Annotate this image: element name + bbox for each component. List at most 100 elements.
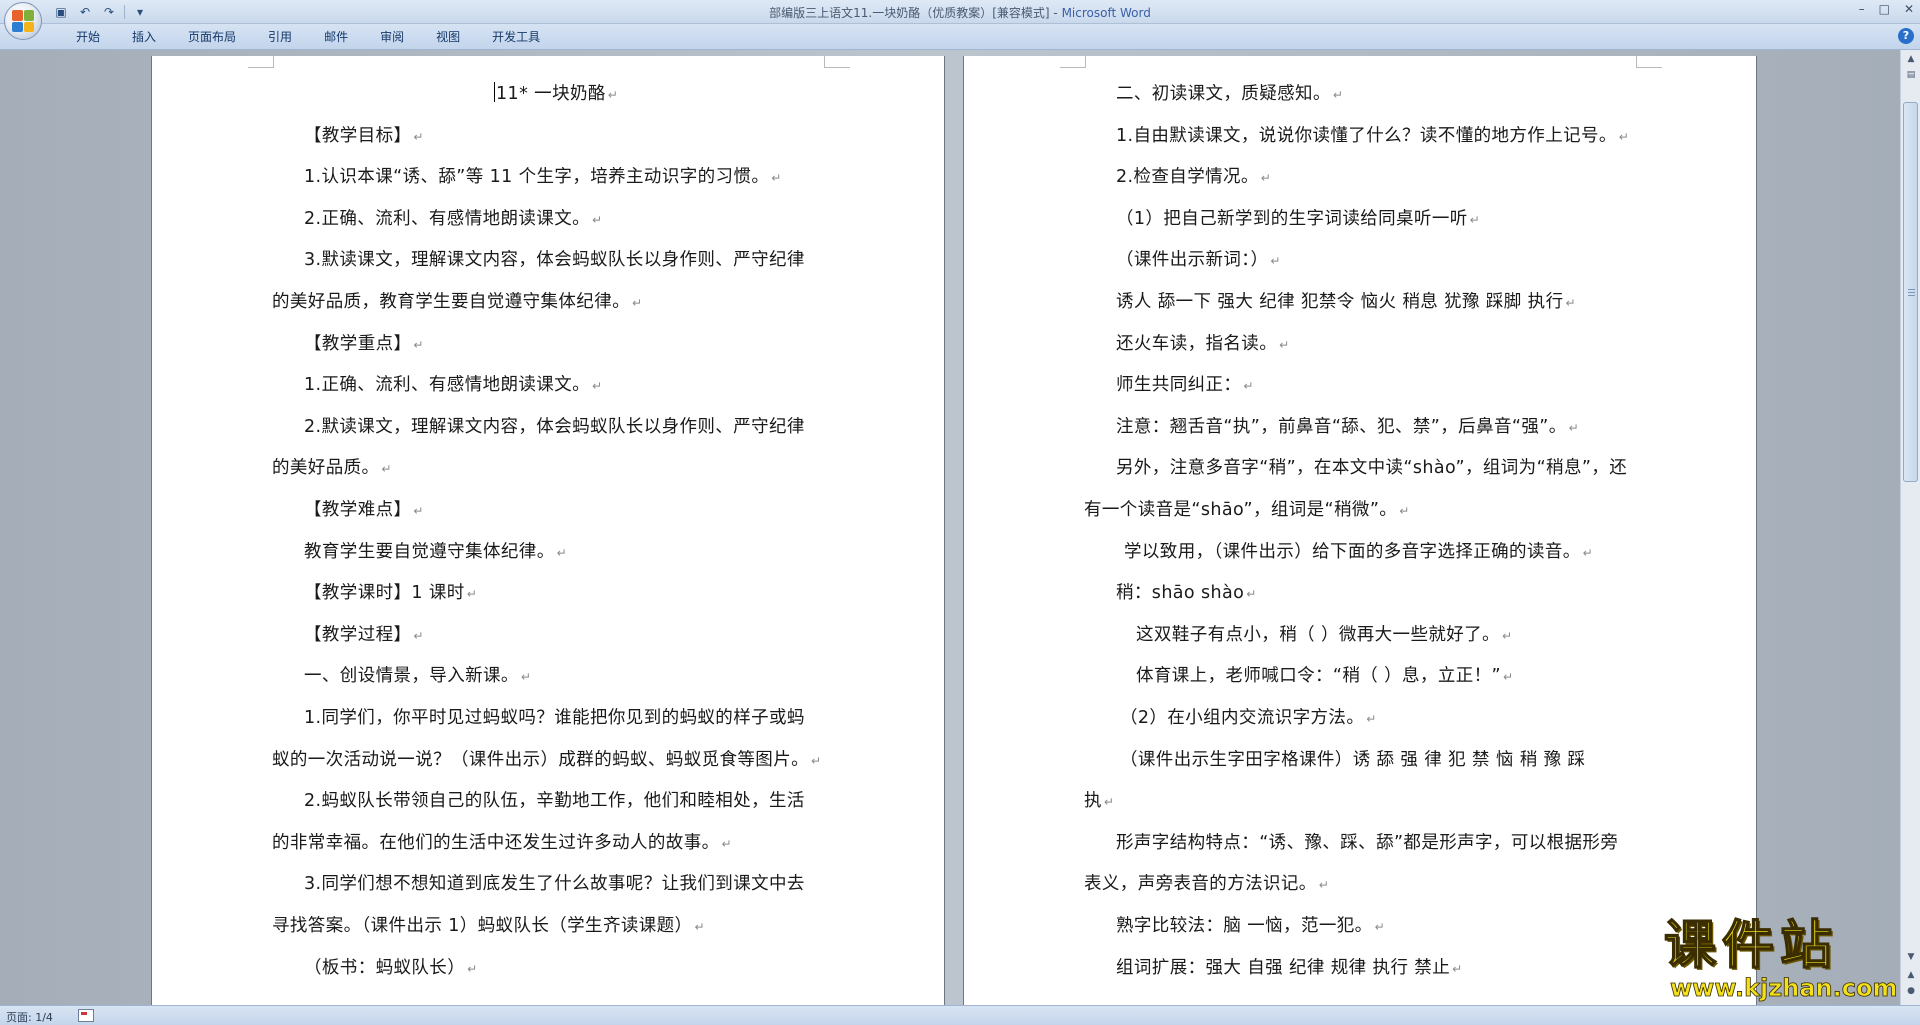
scroll-down-icon[interactable]: ▼ — [1904, 950, 1918, 964]
browse-object-icon[interactable]: ● — [1904, 984, 1918, 998]
document-line[interactable]: 的非常幸福。在他们的生活中还发生过许多动人的故事。 ↵ — [272, 829, 732, 854]
document-line[interactable]: 一、创设情景，导入新课。 ↵ — [304, 662, 531, 687]
document-line[interactable]: （课件出示新词：） ↵ — [1116, 246, 1281, 271]
document-line[interactable]: 1.认识本课“诱、舔”等 11 个生字，培养主动识字的习惯。 ↵ — [304, 163, 782, 188]
paragraph-mark-icon: ↵ — [1469, 212, 1481, 227]
document-line[interactable]: 执 ↵ — [1084, 787, 1114, 812]
document-line[interactable]: 有一个读音是“shāo”，组词是“稍微”。 ↵ — [1084, 496, 1410, 521]
help-icon[interactable]: ? — [1898, 28, 1914, 44]
line-text: 这双鞋子有点小，稍（ ）微再大一些就好了。 — [1136, 624, 1500, 645]
document-line[interactable]: 1.正确、流利、有感情地朗读课文。 ↵ — [304, 371, 602, 396]
document-line[interactable]: 二、初读课文，质疑感知。 ↵ — [1116, 80, 1343, 105]
page-count[interactable]: 页面: 1/4 — [6, 1009, 53, 1025]
line-text: 有一个读音是“shāo”，组词是“稍微”。 — [1084, 500, 1398, 520]
document-line[interactable]: 还火车读，指名读。 ↵ — [1116, 330, 1290, 355]
document-line[interactable]: 2.蚂蚁队长带领自己的队伍，辛勤地工作，他们和睦相处，生活 — [304, 787, 807, 812]
tab-home[interactable]: 开始 — [60, 29, 116, 45]
previous-page-icon[interactable]: ▲ — [1904, 968, 1918, 982]
line-text: 表义，声旁表音的方法识记。 — [1084, 874, 1317, 895]
document-line[interactable]: 诱人 舔一下 强大 纪律 犯禁令 恼火 稍息 犹豫 踩脚 执行 ↵ — [1116, 288, 1576, 313]
close-button[interactable]: ✕ — [1904, 2, 1914, 16]
line-text: 诱人 舔一下 强大 纪律 犯禁令 恼火 稍息 犹豫 踩脚 执行 — [1116, 292, 1564, 312]
document-line[interactable]: （2）在小组内交流识字方法。 ↵ — [1120, 704, 1377, 729]
office-button[interactable] — [4, 2, 42, 40]
minimize-button[interactable]: – — [1859, 2, 1865, 16]
paragraph-mark-icon: ↵ — [592, 379, 603, 394]
tab-review[interactable]: 审阅 — [364, 29, 420, 45]
document-line[interactable]: 【教学难点】 ↵ — [304, 496, 424, 521]
document-line[interactable]: 另外，注意多音字“稍”，在本文中读“shào”，组词为“稍息”，还 — [1116, 454, 1629, 479]
line-text: 的非常幸福。在他们的生活中还发生过许多动人的故事。 — [272, 832, 720, 853]
document-line[interactable]: 【教学课时】1 课时 ↵ — [304, 579, 477, 604]
ribbon-tabs: 开始 插入 页面布局 引用 邮件 审阅 视图 开发工具 — [60, 29, 556, 45]
document-line[interactable]: 熟字比较法：脑 一恼，范一犯。 ↵ — [1116, 912, 1385, 937]
line-text: 2.正确、流利、有感情地朗读课文。 — [304, 208, 590, 229]
line-text: 熟字比较法：脑 一恼，范一犯。 — [1116, 916, 1373, 936]
line-text: 【教学重点】 — [304, 333, 412, 354]
paragraph-mark-icon: ↵ — [413, 129, 424, 144]
document-line[interactable]: 形声字结构特点：“诱、豫、踩、舔”都是形声字，可以根据形旁 — [1116, 829, 1620, 854]
paragraph-mark-icon: ↵ — [1332, 88, 1344, 102]
tab-page-layout[interactable]: 页面布局 — [172, 29, 252, 45]
paragraph-mark-icon: ↵ — [1565, 296, 1576, 310]
document-line[interactable]: 3.默读课文，理解课文内容，体会蚂蚁队长以身作则、严守纪律 — [304, 246, 807, 271]
tab-mailings[interactable]: 邮件 — [308, 29, 364, 45]
document-line[interactable]: 体育课上，老师喊口令：“稍（ ）息，立正！” ↵ — [1136, 662, 1513, 687]
line-text: 3.同学们想不想知道到底发生了什么故事呢？让我们到课文中去 — [304, 874, 805, 895]
scrollbar-thumb[interactable] — [1903, 102, 1918, 482]
tab-developer[interactable]: 开发工具 — [476, 29, 556, 45]
document-line[interactable]: 稍：shāo shào ↵ — [1116, 579, 1257, 604]
document-line[interactable]: 蚁的一次活动说一说？（课件出示）成群的蚂蚁、蚂蚁觅食等图片。 ↵ — [272, 746, 821, 771]
document-line[interactable]: 【教学重点】 ↵ — [304, 330, 424, 355]
line-text: 的美好品质。 — [272, 458, 380, 479]
line-text: 2.检查自学情况。 — [1116, 167, 1259, 188]
document-line[interactable]: 3.同学们想不想知道到底发生了什么故事呢？让我们到课文中去 — [304, 870, 807, 895]
document-line[interactable]: 这双鞋子有点小，稍（ ）微再大一些就好了。 ↵ — [1136, 621, 1512, 646]
document-line[interactable]: 【教学过程】 ↵ — [304, 621, 424, 646]
line-text: 2.默读课文，理解课文内容，体会蚂蚁队长以身作则、严守纪律 — [304, 416, 805, 437]
paragraph-mark-icon: ↵ — [1374, 920, 1386, 934]
document-line[interactable]: 11* 一块奶酪 ↵ — [494, 80, 618, 105]
document-page-right[interactable]: 二、初读课文，质疑感知。 ↵ 1.自由默读课文，说说你读懂了什么？读不懂的地方作上记… — [964, 56, 1756, 1005]
document-line[interactable]: 的美好品质。 ↵ — [272, 454, 392, 479]
text-cursor — [494, 82, 495, 102]
document-line[interactable]: 1.同学们，你平时见过蚂蚁吗？谁能把你见到的蚂蚁的样子或蚂 — [304, 704, 807, 729]
document-line[interactable]: 师生共同纠正： ↵ — [1116, 371, 1254, 396]
line-text: （课件出示生字田字格课件）诱 舔 强 律 犯 禁 恼 稍 豫 踩 — [1120, 749, 1586, 770]
tab-view[interactable]: 视图 — [420, 29, 476, 45]
ruler-toggle-icon[interactable]: ▤ — [1904, 68, 1918, 82]
document-line[interactable]: 2.正确、流利、有感情地朗读课文。 ↵ — [304, 205, 602, 230]
watermark-url: www.kjzhan.com — [1670, 974, 1898, 1003]
document-line[interactable]: 1.自由默读课文，说说你读懂了什么？读不懂的地方作上记号。 ↵ — [1116, 122, 1629, 147]
document-line[interactable]: 2.默读课文，理解课文内容，体会蚂蚁队长以身作则、严守纪律 — [304, 413, 807, 438]
document-line[interactable]: 注意：翘舌音“执”，前鼻音“舔、犯、禁”，后鼻音“强”。 ↵ — [1116, 413, 1579, 438]
line-text: （板书：蚂蚁队长） — [304, 957, 466, 978]
app-name: Microsoft Word — [1061, 6, 1151, 20]
vertical-scrollbar[interactable]: ▲ ▤ ▼ ▲ ● — [1900, 50, 1920, 1005]
maximize-button[interactable]: □ — [1879, 2, 1890, 16]
paragraph-mark-icon: ↵ — [721, 836, 732, 851]
margin-corner-mark — [1060, 56, 1086, 68]
document-title: 部编版三上语文11.一块奶酪（优质教案）[兼容模式] - — [769, 6, 1062, 20]
line-text: 【教学目标】 — [304, 125, 412, 146]
document-line[interactable]: （1）把自己新学到的生字词读给同桌听一听 ↵ — [1116, 205, 1480, 230]
tab-references[interactable]: 引用 — [252, 29, 308, 45]
document-line[interactable]: 2.检查自学情况。 ↵ — [1116, 163, 1271, 188]
line-text: 1.同学们，你平时见过蚂蚁吗？谁能把你见到的蚂蚁的样子或蚂 — [304, 708, 805, 728]
paragraph-mark-icon: ↵ — [1568, 420, 1580, 435]
line-text: 1.认识本课“诱、舔”等 11 个生字，培养主动识字的习惯。 — [304, 167, 770, 188]
tab-insert[interactable]: 插入 — [116, 29, 172, 45]
document-line[interactable]: 组词扩展：强大 自强 纪律 规律 执行 禁止 ↵ — [1116, 954, 1463, 979]
scroll-up-icon[interactable]: ▲ — [1904, 52, 1918, 66]
paragraph-mark-icon: ↵ — [1452, 961, 1463, 976]
document-line[interactable]: 【教学目标】 ↵ — [304, 122, 424, 147]
document-line[interactable]: 表义，声旁表音的方法识记。 ↵ — [1084, 870, 1329, 895]
document-line[interactable]: 教育学生要自觉遵守集体纪律。 ↵ — [304, 538, 567, 563]
document-line[interactable]: 寻找答案。（课件出示 1）蚂蚁队长（学生齐读课题） ↵ — [272, 912, 705, 937]
document-line[interactable]: （课件出示生字田字格课件）诱 舔 强 律 犯 禁 恼 稍 豫 踩 — [1120, 746, 1587, 771]
proofing-icon[interactable] — [78, 1009, 94, 1022]
document-line[interactable]: 学以致用，（课件出示）给下面的多音字选择正确的读音。 ↵ — [1124, 538, 1593, 563]
document-line[interactable]: （板书：蚂蚁队长） ↵ — [304, 954, 478, 979]
document-page-left[interactable]: 11* 一块奶酪 ↵ 【教学目标】 ↵ 1.认识本课“诱、舔”等 11 个生字，培养主动… — [152, 56, 944, 1005]
document-line[interactable]: 的美好品质，教育学生要自觉遵守集体纪律。 ↵ — [272, 288, 642, 313]
